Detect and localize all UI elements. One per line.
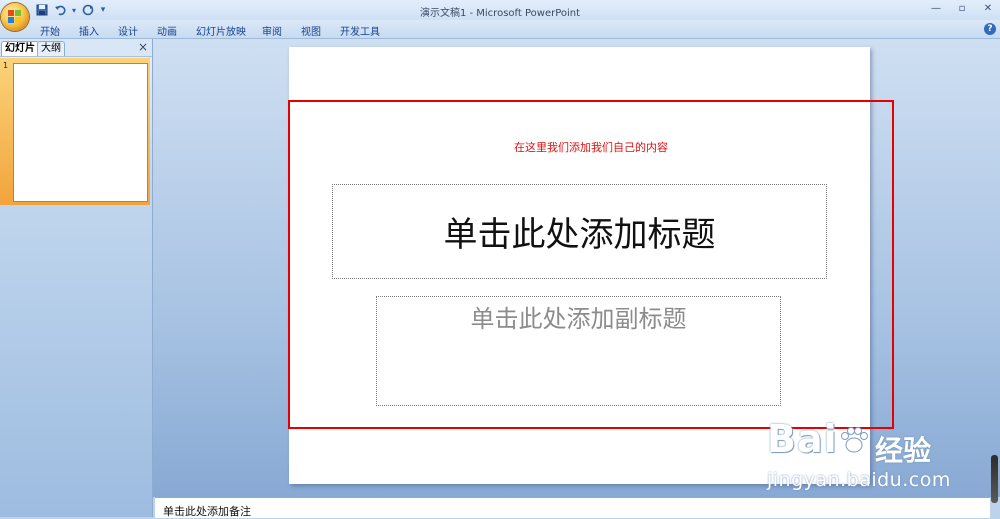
ribbon-tab-bar: 开始 插入 设计 动画 幻灯片放映 审阅 视图 开发工具 ?: [0, 20, 1000, 39]
highlight-box: [288, 100, 894, 429]
restore-button[interactable]: ▫: [954, 2, 970, 16]
close-button[interactable]: ✕: [980, 2, 996, 16]
customize-icon[interactable]: ▾: [98, 2, 108, 18]
notes-pane[interactable]: 单击此处添加备注: [155, 497, 990, 518]
help-icon[interactable]: ?: [984, 23, 996, 35]
watermark-url: jingyan.baidu.com: [767, 469, 951, 491]
scrollbar[interactable]: [991, 455, 998, 503]
redo-icon[interactable]: [80, 2, 96, 18]
slide-number: 1: [3, 61, 9, 70]
window-controls: — ▫ ✕: [928, 2, 996, 16]
tab-view[interactable]: 视图: [301, 23, 321, 38]
paw-icon: [841, 427, 868, 453]
office-logo-icon: [8, 10, 22, 24]
tab-developer[interactable]: 开发工具: [340, 23, 380, 38]
undo-icon[interactable]: [52, 2, 68, 18]
slide-thumbnail[interactable]: [13, 63, 148, 202]
office-button[interactable]: [1, 3, 29, 31]
save-icon[interactable]: [34, 2, 50, 18]
title-bar: ▾ ▾ 演示文稿1 - Microsoft PowerPoint — ▫ ✕: [0, 0, 1000, 20]
window-title: 演示文稿1 - Microsoft PowerPoint: [419, 8, 581, 19]
tab-animations[interactable]: 动画: [157, 23, 177, 38]
close-icon[interactable]: ×: [138, 40, 148, 54]
slides-panel: 幻灯片 大纲 × 1: [0, 39, 153, 517]
watermark-logo: Bai: [767, 417, 838, 461]
tab-outline[interactable]: 大纲: [37, 41, 65, 56]
minimize-button[interactable]: —: [928, 2, 944, 16]
watermark: Bai 经验 jingyan.baidu.com: [755, 405, 965, 495]
quick-access-toolbar: ▾ ▾: [34, 2, 108, 18]
chevron-down-icon[interactable]: ▾: [70, 2, 78, 18]
panel-tab-bar: 幻灯片 大纲 ×: [0, 39, 152, 57]
tab-insert[interactable]: 插入: [79, 23, 99, 38]
watermark-title: 经验: [875, 434, 932, 467]
tab-design[interactable]: 设计: [118, 23, 138, 38]
tab-slides[interactable]: 幻灯片: [1, 41, 39, 56]
tab-slideshow[interactable]: 幻灯片放映: [196, 23, 246, 38]
tab-home[interactable]: 开始: [40, 23, 60, 38]
tab-review[interactable]: 审阅: [262, 23, 282, 38]
